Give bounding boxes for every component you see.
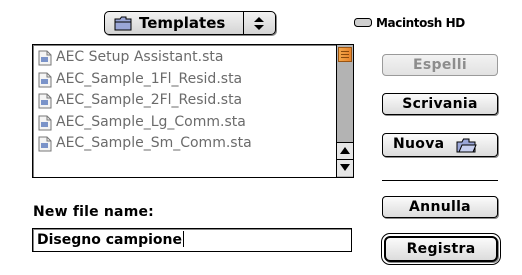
document-icon bbox=[38, 136, 52, 152]
separator-line bbox=[382, 180, 498, 181]
file-name: AEC_Sample_Sm_Comm.sta bbox=[56, 135, 252, 152]
file-name-value: Disegno campione bbox=[37, 232, 182, 248]
list-item[interactable]: AEC_Sample_Sm_Comm.sta bbox=[34, 133, 336, 155]
desktop-button[interactable]: Scrivania bbox=[382, 93, 498, 115]
file-name: AEC_Sample_Lg_Comm.sta bbox=[56, 113, 246, 130]
scroll-thumb[interactable] bbox=[338, 47, 352, 62]
file-name: AEC_Sample_2Fl_Resid.sta bbox=[56, 92, 243, 109]
eject-button[interactable]: Espelli bbox=[382, 54, 498, 76]
list-item[interactable]: AEC_Sample_Lg_Comm.sta bbox=[34, 112, 336, 134]
folder-popup[interactable]: Templates bbox=[104, 11, 276, 35]
document-icon bbox=[38, 72, 52, 88]
new-file-name-label: New file name: bbox=[33, 204, 154, 220]
document-icon bbox=[38, 93, 52, 109]
popup-divider bbox=[243, 12, 244, 34]
folder-icon bbox=[114, 16, 132, 31]
list-item[interactable]: AEC Setup Assistant.sta bbox=[34, 47, 336, 69]
text-caret bbox=[182, 231, 184, 247]
file-list[interactable]: AEC Setup Assistant.sta AEC_Sample_1Fl_R… bbox=[32, 44, 354, 178]
disk-name: Macintosh HD bbox=[376, 16, 465, 30]
scroll-down-button[interactable] bbox=[337, 159, 353, 176]
file-name-input[interactable]: Disegno campione bbox=[32, 228, 352, 252]
up-down-arrows-icon bbox=[254, 17, 264, 30]
cancel-button[interactable]: Annulla bbox=[382, 196, 498, 218]
list-item[interactable]: AEC_Sample_2Fl_Resid.sta bbox=[34, 90, 336, 112]
list-item[interactable]: AEC_Sample_1Fl_Resid.sta bbox=[34, 69, 336, 91]
document-icon bbox=[38, 115, 52, 131]
new-folder-icon bbox=[456, 138, 477, 153]
vertical-scrollbar[interactable] bbox=[336, 45, 353, 177]
document-icon bbox=[38, 50, 52, 66]
arrow-up-icon bbox=[340, 147, 350, 154]
hard-disk-icon bbox=[354, 18, 372, 27]
save-button[interactable]: Registra bbox=[381, 233, 501, 265]
arrow-down-icon bbox=[340, 164, 350, 171]
scroll-up-button[interactable] bbox=[337, 142, 353, 159]
file-name: AEC_Sample_1Fl_Resid.sta bbox=[56, 70, 243, 87]
new-folder-label: Nuova bbox=[393, 136, 445, 152]
file-name: AEC Setup Assistant.sta bbox=[56, 49, 224, 65]
new-folder-button[interactable]: Nuova bbox=[382, 133, 498, 157]
folder-popup-label: Templates bbox=[139, 14, 226, 32]
